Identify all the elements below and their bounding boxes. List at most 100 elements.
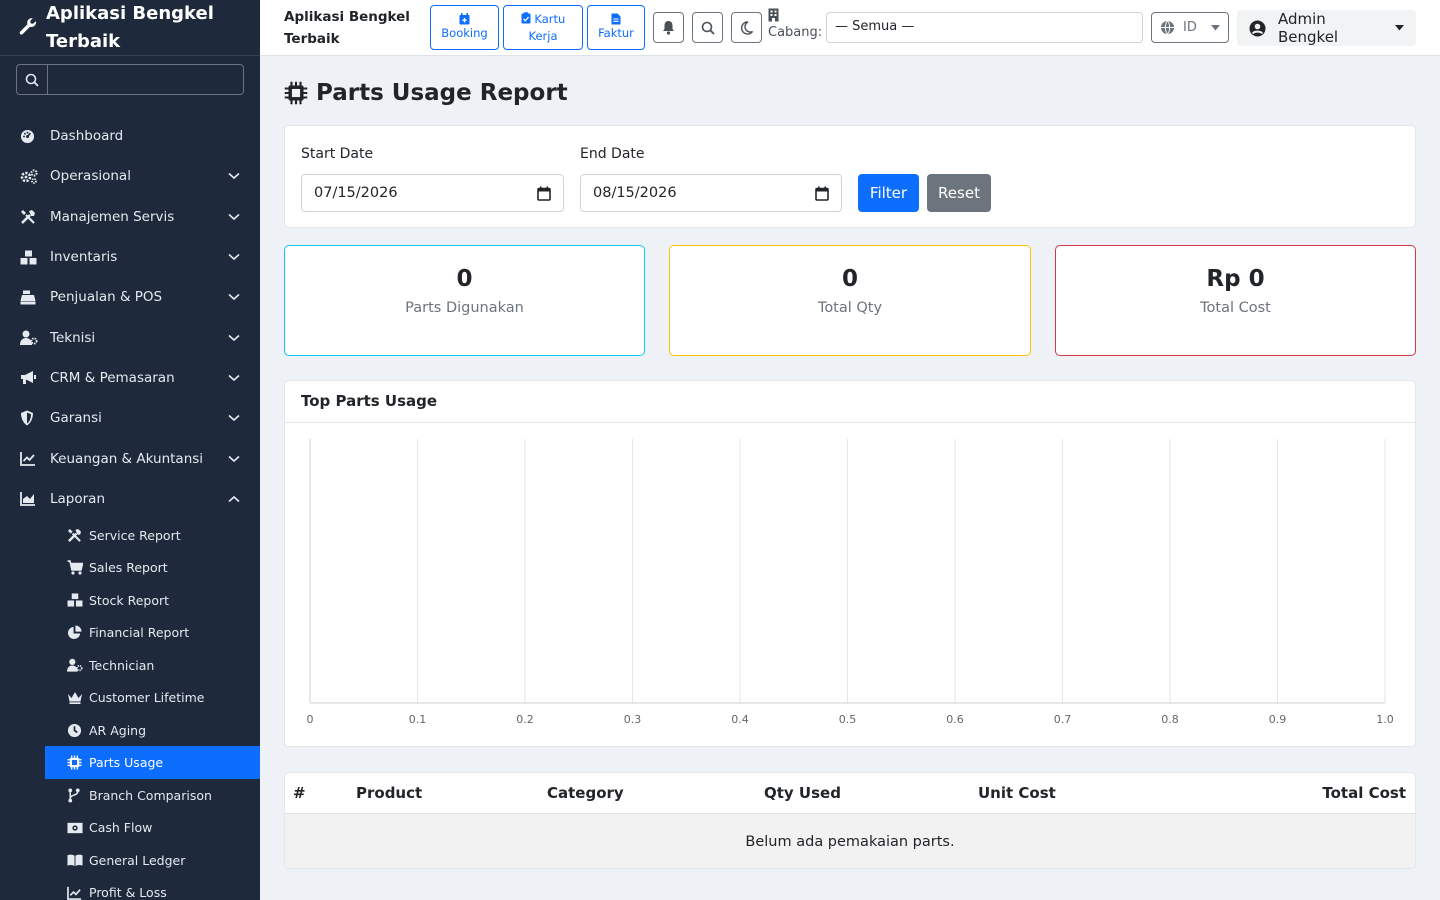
x-tick-label: 0.3 — [624, 713, 642, 726]
start-date-value: 07/15/2026 — [314, 185, 398, 201]
sidebar-item-manajemen-servis[interactable]: Manajemen Servis — [0, 197, 260, 237]
x-tick-label: 0.5 — [839, 713, 857, 726]
stat-value: Rp 0 — [1206, 266, 1265, 292]
sidebar-item-sales-report[interactable]: Sales Report — [45, 551, 260, 584]
col-header-category[interactable]: Category — [547, 784, 624, 802]
search-icon — [701, 21, 715, 35]
sidebar-item-label: Stock Report — [89, 592, 170, 608]
sidebar-item-parts-usage[interactable]: Parts Usage — [45, 746, 260, 779]
sidebar-item-garansi[interactable]: Garansi — [0, 398, 260, 438]
sidebar-item-label: Garansi — [50, 410, 102, 427]
caret-down-icon — [1211, 24, 1220, 30]
faktur-button[interactable]: Faktur — [587, 5, 645, 50]
user-menu-button[interactable]: Admin Bengkel — [1237, 10, 1416, 46]
dashboard-icon — [20, 128, 40, 144]
end-date-input[interactable]: 08/15/2026 — [580, 174, 842, 212]
sidebar-item-laporan[interactable]: Laporan — [0, 479, 260, 519]
stat-total-cost: Rp 0 Total Cost — [1055, 245, 1416, 356]
topbar-brand[interactable]: Aplikasi Bengkel Terbaik — [284, 6, 414, 50]
start-date-input[interactable]: 07/15/2026 — [301, 174, 564, 212]
sidebar-search — [16, 64, 244, 95]
kartu-kerja-button-label: Kartu Kerja — [516, 11, 570, 45]
sidebar-item-dashboard[interactable]: Dashboard — [0, 116, 260, 156]
money-bill-icon — [67, 820, 83, 836]
x-tick-label: 0.6 — [946, 713, 964, 726]
sidebar-item-label: Profit & Loss — [89, 885, 167, 900]
theme-toggle-button[interactable] — [731, 12, 762, 43]
booking-button[interactable]: Booking — [430, 5, 499, 50]
sidebar-item-branch-comparison[interactable]: Branch Comparison — [45, 779, 260, 812]
sidebar-item-label: Teknisi — [50, 329, 96, 346]
chevron-down-icon — [228, 294, 240, 301]
user-cog-icon — [20, 330, 40, 346]
sidebar-item-label: Cash Flow — [89, 820, 153, 836]
sidebar-item-label: CRM & Pemasaran — [50, 369, 175, 386]
sidebar-item-penjualan-pos[interactable]: Penjualan & POS — [0, 277, 260, 317]
chevron-down-icon — [228, 374, 240, 381]
col-header-total-cost[interactable]: Total Cost — [1322, 784, 1406, 802]
table-header-row: # Product Category Qty Used Unit Cost To… — [285, 773, 1415, 814]
sidebar-item-profit-loss[interactable]: Profit & Loss — [45, 876, 260, 900]
sidebar-item-label: Financial Report — [89, 625, 190, 641]
sidebar-item-keuangan-akuntansi[interactable]: Keuangan & Akuntansi — [0, 438, 260, 478]
sidebar-item-service-report[interactable]: Service Report — [45, 519, 260, 552]
sidebar-item-cash-flow[interactable]: Cash Flow — [45, 811, 260, 844]
chart-area-icon — [20, 491, 40, 507]
col-header-number: # — [293, 784, 306, 802]
sidebar-item-general-ledger[interactable]: General Ledger — [45, 844, 260, 877]
faktur-button-label: Faktur — [598, 26, 634, 40]
col-header-qty-used[interactable]: Qty Used — [764, 784, 841, 802]
calendar-plus-icon — [459, 13, 470, 25]
calendar-icon — [537, 186, 551, 201]
booking-button-label: Booking — [441, 26, 488, 40]
stat-total-qty: 0 Total Qty — [669, 245, 1031, 356]
boxes-icon — [67, 592, 83, 608]
sidebar-item-technician[interactable]: Technician — [45, 649, 260, 682]
search-button[interactable] — [692, 12, 723, 43]
sidebar-item-label: Parts Usage — [89, 755, 164, 771]
sidebar: Aplikasi Bengkel Terbaik Dashboard Opera… — [0, 0, 260, 900]
sidebar-item-ar-aging[interactable]: AR Aging — [45, 714, 260, 747]
chevron-down-icon — [228, 173, 240, 180]
user-cog-icon — [67, 657, 83, 673]
x-tick-label: 0.2 — [516, 713, 534, 726]
top-parts-chart: 0 0.1 0.2 0.3 0.4 0.5 0.6 0.7 0.8 0.9 1.0 — [307, 439, 1394, 726]
col-header-unit-cost[interactable]: Unit Cost — [978, 784, 1056, 802]
start-date-label: Start Date — [301, 146, 374, 162]
sidebar-item-inventaris[interactable]: Inventaris — [0, 237, 260, 277]
sidebar-item-teknisi[interactable]: Teknisi — [0, 317, 260, 357]
chart-line-icon — [67, 885, 83, 900]
filter-button[interactable]: Filter — [858, 174, 919, 212]
user-name: Admin Bengkel — [1278, 10, 1339, 46]
cash-register-icon — [20, 289, 40, 305]
kartu-kerja-button[interactable]: Kartu Kerja — [503, 5, 583, 50]
x-tick-label: 0.1 — [409, 713, 427, 726]
file-invoice-icon — [611, 13, 621, 25]
bullhorn-icon — [20, 370, 40, 386]
sidebar-item-stock-report[interactable]: Stock Report — [45, 584, 260, 617]
page-title: Parts Usage Report — [284, 80, 568, 106]
moon-icon — [740, 20, 753, 35]
col-header-product[interactable]: Product — [356, 784, 422, 802]
sidebar-item-label: Laporan — [50, 490, 106, 507]
sidebar-item-operasional[interactable]: Operasional — [0, 156, 260, 196]
sidebar-brand[interactable]: Aplikasi Bengkel Terbaik — [0, 0, 260, 56]
laporan-submenu: Service Report Sales Report Stock Report… — [0, 519, 260, 900]
notifications-button[interactable] — [653, 12, 684, 43]
reset-button[interactable]: Reset — [927, 174, 991, 212]
sidebar-item-label: Sales Report — [89, 560, 168, 576]
language-select[interactable]: ID — [1151, 12, 1229, 43]
sidebar-search-input[interactable] — [47, 64, 244, 95]
chevron-down-icon — [228, 415, 240, 422]
page-title-text: Parts Usage Report — [316, 80, 568, 106]
stat-value: 0 — [456, 266, 473, 292]
sidebar-item-financial-report[interactable]: Financial Report — [45, 616, 260, 649]
branch-select[interactable]: — Semua — — [826, 12, 1143, 43]
sidebar-brand-name: Aplikasi Bengkel Terbaik — [46, 3, 214, 52]
table-empty-message: Belum ada pemakaian parts. — [285, 814, 1415, 868]
user-circle-icon — [1249, 20, 1266, 36]
sidebar-item-customer-lifetime[interactable]: Customer Lifetime — [45, 681, 260, 714]
search-icon[interactable] — [16, 64, 47, 95]
language-value: ID — [1183, 20, 1197, 35]
sidebar-item-crm-pemasaran[interactable]: CRM & Pemasaran — [0, 358, 260, 398]
